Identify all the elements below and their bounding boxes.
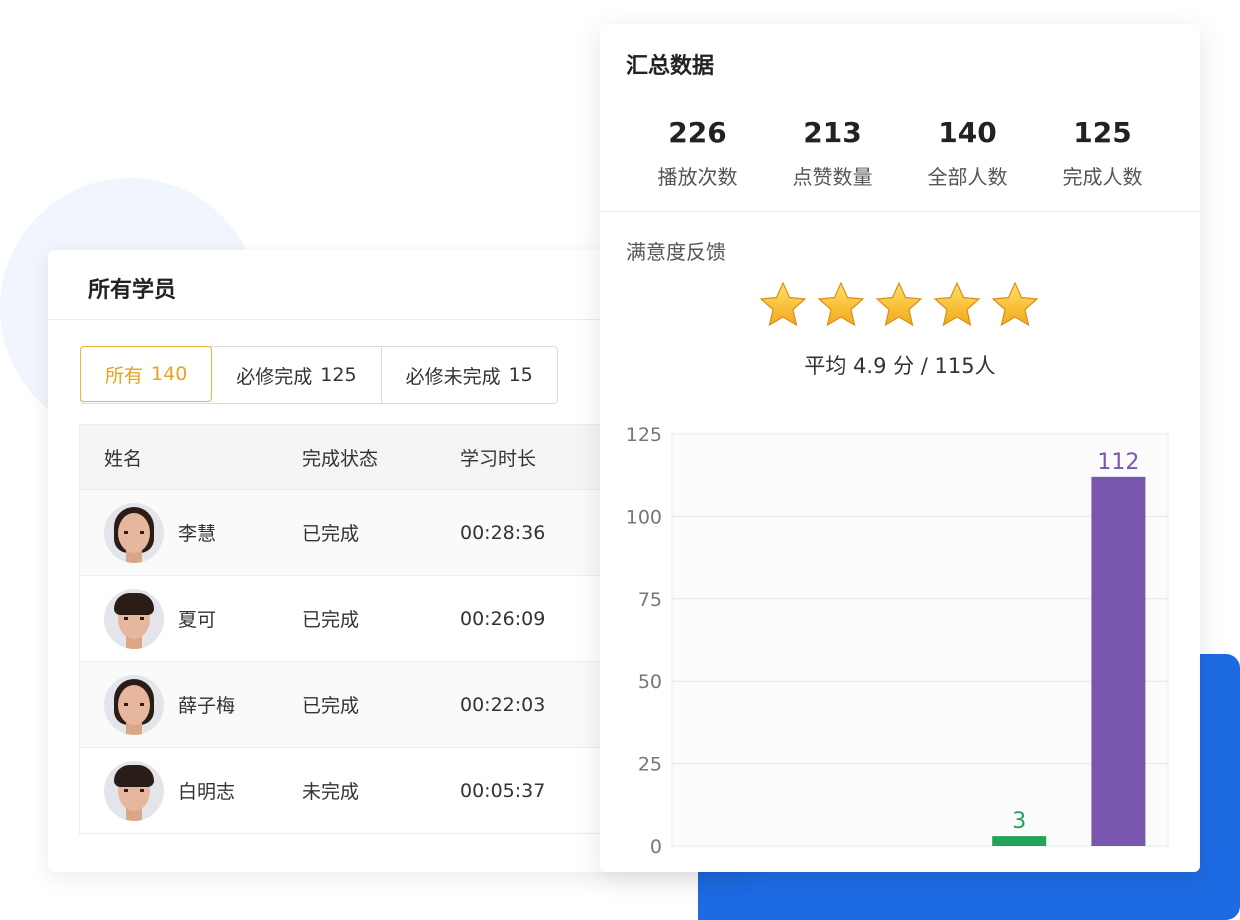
avatar <box>104 502 164 563</box>
y-tick-label: 25 <box>638 754 662 776</box>
bar-data-label: 3 <box>1012 809 1026 834</box>
y-tick-label: 100 <box>626 506 662 528</box>
student-name-cell: 李慧 <box>80 502 302 563</box>
star-icon <box>991 281 1039 327</box>
filter-count: 125 <box>320 364 357 386</box>
column-header-status: 完成状态 <box>302 447 379 470</box>
student-name-cell: 白明志 <box>80 760 302 821</box>
star-icon <box>817 281 865 327</box>
student-name-cell: 薛子梅 <box>80 674 302 735</box>
completion-status: 已完成 <box>302 695 360 717</box>
stat-label: 全部人数 <box>927 165 1008 189</box>
stat-label: 播放次数 <box>657 165 738 189</box>
completion-status: 未完成 <box>302 781 360 803</box>
avatar <box>104 760 164 821</box>
student-name: 白明志 <box>178 781 236 803</box>
y-tick-label: 75 <box>638 589 662 611</box>
summary-title: 汇总数据 <box>626 54 715 79</box>
stat-value: 226 <box>668 116 727 149</box>
completion-status: 已完成 <box>302 609 360 631</box>
stat-total-people: 140 全部人数 <box>900 116 1035 190</box>
bar-rating-5 <box>1091 476 1146 846</box>
stat-likes: 213 点赞数量 <box>765 116 900 190</box>
completion-status: 已完成 <box>302 523 360 545</box>
filter-label: 必修未完成 <box>405 365 501 388</box>
filter-tab-all[interactable]: 所有 140 <box>80 346 213 402</box>
average-rating: 平均 4.9 分 / 115人 <box>804 354 996 378</box>
stat-label: 点赞数量 <box>792 165 873 189</box>
column-header-name: 姓名 <box>104 447 143 470</box>
stat-value: 213 <box>803 116 862 149</box>
filter-tab-required-complete[interactable]: 必修完成 125 <box>212 347 382 403</box>
student-name: 李慧 <box>178 523 217 545</box>
star-icon <box>933 281 981 327</box>
stat-completed-people: 125 完成人数 <box>1035 116 1170 190</box>
y-tick-label: 0 <box>650 836 662 858</box>
student-name: 夏可 <box>178 609 217 631</box>
rating-stars <box>758 280 1048 330</box>
stat-value: 140 <box>938 116 997 149</box>
summary-card: 汇总数据 226 播放次数 213 点赞数量 140 全部人数 125 完成人数… <box>600 24 1200 872</box>
filter-tab-required-incomplete[interactable]: 必修未完成 15 <box>382 347 557 403</box>
filter-count: 140 <box>151 363 188 385</box>
student-name-cell: 夏可 <box>80 588 302 649</box>
rating-distribution-chart: 0 25 50 75 100 125 3 112 <box>626 424 1169 858</box>
y-tick-label: 50 <box>638 671 662 693</box>
filter-count: 15 <box>508 364 533 386</box>
filter-label: 所有 <box>105 364 144 387</box>
avatar <box>104 588 164 649</box>
feedback-title: 满意度反馈 <box>626 240 726 264</box>
y-tick-label: 125 <box>626 424 662 446</box>
star-icon <box>875 281 923 327</box>
avatar <box>104 674 164 735</box>
bar-rating-4 <box>992 836 1047 846</box>
stat-value: 125 <box>1073 116 1132 149</box>
star-icon <box>759 281 807 327</box>
students-title: 所有学员 <box>88 278 177 303</box>
stat-label: 完成人数 <box>1062 165 1143 189</box>
bar-data-label: 112 <box>1097 450 1139 475</box>
divider <box>600 211 1200 212</box>
stat-plays: 226 播放次数 <box>630 116 765 190</box>
filter-label: 必修完成 <box>236 365 313 388</box>
summary-stats: 226 播放次数 213 点赞数量 140 全部人数 125 完成人数 <box>630 116 1170 190</box>
student-name: 薛子梅 <box>178 695 236 717</box>
filter-tabs: 所有 140 必修完成 125 必修未完成 15 <box>80 346 558 404</box>
